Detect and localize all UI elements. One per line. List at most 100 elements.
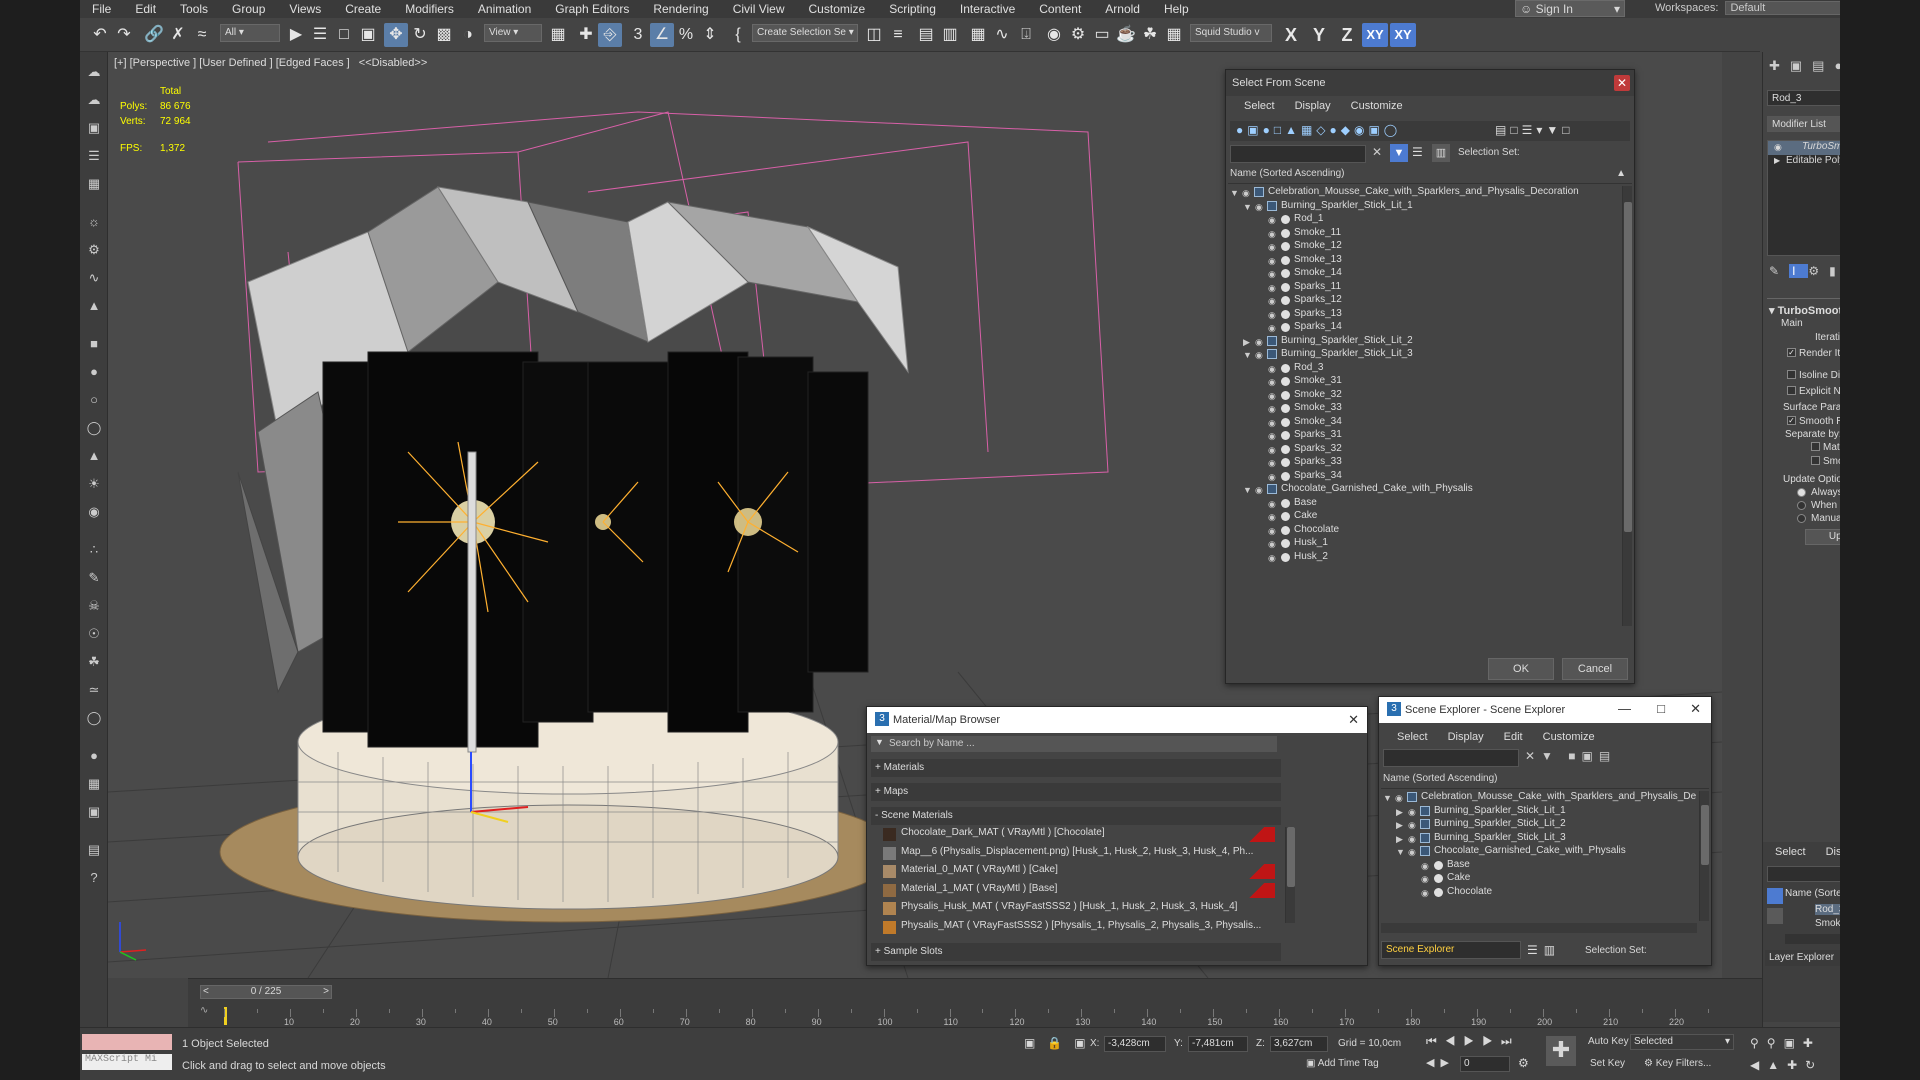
object-row[interactable]: ◉ Base	[1228, 497, 1620, 510]
smooth-result-checkbox[interactable]: ✓	[1787, 416, 1796, 425]
eye-icon[interactable]: ◉	[1268, 322, 1280, 334]
eye-icon[interactable]: ◉	[1255, 336, 1267, 348]
eye-icon[interactable]: ◉	[1268, 417, 1280, 429]
eye-icon[interactable]: ◉	[1268, 255, 1280, 267]
menu-views[interactable]: Views	[277, 2, 333, 16]
menu-rendering[interactable]: Rendering	[641, 2, 720, 16]
find-input[interactable]	[1230, 145, 1366, 163]
object-row[interactable]: ◉ Sparks_31	[1228, 429, 1620, 442]
layer-column-header[interactable]: Name (Sorted Ascending)	[1785, 888, 1840, 899]
material-search-input[interactable]: Search by Name ...	[871, 736, 1277, 752]
grid-icon[interactable]: ▦	[84, 174, 104, 194]
torus-icon[interactable]: ◯	[84, 418, 104, 438]
object-row[interactable]: ▶ ◉ Burning_Sparkler_Stick_Lit_2	[1228, 335, 1620, 348]
eye-icon[interactable]: ◉	[1268, 457, 1280, 469]
close-icon[interactable]: ✕	[1614, 75, 1630, 91]
hierarchy-icon[interactable]: ▲	[84, 296, 104, 316]
sun-icon[interactable]: ☀	[84, 474, 104, 494]
eye-icon[interactable]: ◉	[1242, 187, 1254, 199]
eye-icon[interactable]: ◉	[1255, 201, 1267, 213]
object-row[interactable]: ◉ Sparks_14	[1228, 321, 1620, 334]
menu-group[interactable]: Group	[220, 2, 277, 16]
time-slider[interactable]: <0 / 225 >	[200, 985, 332, 999]
move-icon[interactable]: ✥	[384, 23, 408, 47]
expand-right-icon[interactable]: ▶	[1396, 807, 1403, 818]
eye-icon[interactable]: ◉	[1268, 471, 1280, 483]
percent-snap-icon[interactable]: %	[674, 23, 698, 47]
eye-icon[interactable]: ◉	[1268, 390, 1280, 402]
object-row[interactable]: ▼ ◉ Chocolate_Garnished_Cake_with_Physalis	[1228, 483, 1620, 496]
curve-toggle-icon[interactable]: ∿	[200, 1005, 208, 1016]
set-key-big-button[interactable]: ✚	[1546, 1036, 1576, 1066]
axis-xy-button[interactable]: XY	[1362, 23, 1388, 47]
box-icon[interactable]: ■	[84, 334, 104, 354]
filter-icons[interactable]: ●▣●□▲▦◇●◆◉▣◯	[1236, 123, 1401, 137]
set-key-button[interactable]: Set Key	[1590, 1058, 1625, 1069]
eye-icon[interactable]: ◉	[1408, 833, 1420, 845]
align-icon[interactable]: ≡	[886, 23, 910, 47]
eye-icon[interactable]: ◉	[1255, 484, 1267, 496]
named-selection-dropdown[interactable]: Create Selection Se ▾	[752, 24, 858, 42]
clear-icon[interactable]: ✕	[1372, 145, 1382, 159]
eye-icon[interactable]: ◉	[1408, 806, 1420, 818]
hierarchy-mode-icon[interactable]	[1767, 908, 1783, 924]
eye-icon[interactable]: ◉	[1268, 228, 1280, 240]
modifier-list-dropdown[interactable]: Modifier List▾	[1767, 116, 1840, 132]
sign-in-button[interactable]: ☺ Sign In ▾	[1515, 0, 1625, 17]
menu-animation[interactable]: Animation	[466, 2, 543, 16]
scrollbar-thumb[interactable]	[1701, 805, 1709, 865]
eye-icon[interactable]: ◉	[1268, 403, 1280, 415]
eye-icon[interactable]: ◉	[1774, 142, 1782, 153]
menu-customize[interactable]: Customize	[797, 2, 878, 16]
sfs-menu-select[interactable]: Select	[1234, 100, 1285, 112]
eye-icon[interactable]: ◉	[1255, 349, 1267, 361]
materials-section[interactable]: + Materials	[871, 759, 1281, 777]
eye-icon[interactable]: ◉	[1268, 282, 1280, 294]
scrollbar[interactable]	[1699, 791, 1709, 921]
eye-icon[interactable]: ◉	[1408, 819, 1420, 831]
display-icon[interactable]: ▣	[84, 802, 104, 822]
object-row[interactable]: ◉ Smoke_34	[1228, 416, 1620, 429]
layer-mode-icon[interactable]	[1767, 888, 1783, 904]
scene-explorer-icon[interactable]: ▤	[914, 23, 938, 47]
create-icon[interactable]: ☁	[84, 62, 104, 82]
object-row[interactable]: ◉ Rod_1	[1228, 213, 1620, 226]
minimize-icon[interactable]: —	[1618, 701, 1631, 716]
placement-icon[interactable]: ◑	[456, 23, 480, 47]
object-row[interactable]: ◉ Smoke_14	[1228, 267, 1620, 280]
scene-row[interactable]: ▶ ◉ Burning_Sparkler_Stick_Lit_1	[1381, 805, 1697, 818]
menu-help[interactable]: Help	[1152, 2, 1201, 16]
eye-icon[interactable]: ◉	[1268, 363, 1280, 375]
scene-materials-section[interactable]: - Scene Materials	[871, 807, 1281, 825]
render-setup-icon[interactable]: ⚙	[1066, 23, 1090, 47]
render-iters-checkbox[interactable]: ✓	[1787, 348, 1796, 357]
object-row[interactable]: ◉ Husk_1	[1228, 537, 1620, 550]
maps-section[interactable]: + Maps	[871, 783, 1281, 801]
time-config-icon[interactable]: ⚙	[1518, 1056, 1529, 1070]
sfs-menu-customize[interactable]: Customize	[1341, 100, 1413, 112]
add-time-tag-button[interactable]: ▣ Add Time Tag	[1306, 1058, 1379, 1069]
object-row[interactable]: ▼ ◉ Celebration_Mousse_Cake_with_Sparklers…	[1228, 186, 1620, 199]
stack-tools[interactable]: ✎I⚙▮▦	[1769, 264, 1840, 278]
toggle-ribbon-icon[interactable]: ▦	[966, 23, 990, 47]
scene-explorer-dropdown[interactable]: Scene Explorer	[1381, 941, 1521, 959]
eye-icon[interactable]: ◉	[1268, 511, 1280, 523]
close-icon[interactable]: ✕	[1348, 712, 1359, 728]
expand-down-icon[interactable]: ▼	[1396, 847, 1405, 857]
eye-icon[interactable]: ◉	[1395, 792, 1407, 804]
display-filter-icons[interactable]: ▤□☰▾▼□	[1495, 123, 1574, 137]
cancel-button[interactable]: Cancel	[1562, 658, 1628, 680]
rollout-title[interactable]: ▾ TurboSmooth	[1769, 304, 1840, 317]
scene-row[interactable]: ▼ ◉ Celebration_Mousse_Cake_with_Sparklers…	[1381, 791, 1697, 804]
object-row[interactable]: ◉ Sparks_12	[1228, 294, 1620, 307]
window-crossing-icon[interactable]: ▣	[356, 23, 380, 47]
keyboard-shortcut-toggle-icon[interactable]: ⎆	[598, 23, 622, 47]
lock-icons[interactable]: ▣🔒▣	[1024, 1036, 1098, 1050]
layer-row-smoke11[interactable]: Smoke_11	[1815, 918, 1840, 929]
object-row[interactable]: ◉ Chocolate	[1228, 524, 1620, 537]
image-icon[interactable]: ▣	[84, 118, 104, 138]
scene-row[interactable]: ◉ Chocolate	[1381, 886, 1697, 899]
ok-button[interactable]: OK	[1488, 658, 1554, 680]
curve-icon[interactable]: ∿	[84, 268, 104, 288]
eye-icon[interactable]: ◉	[1421, 860, 1433, 872]
